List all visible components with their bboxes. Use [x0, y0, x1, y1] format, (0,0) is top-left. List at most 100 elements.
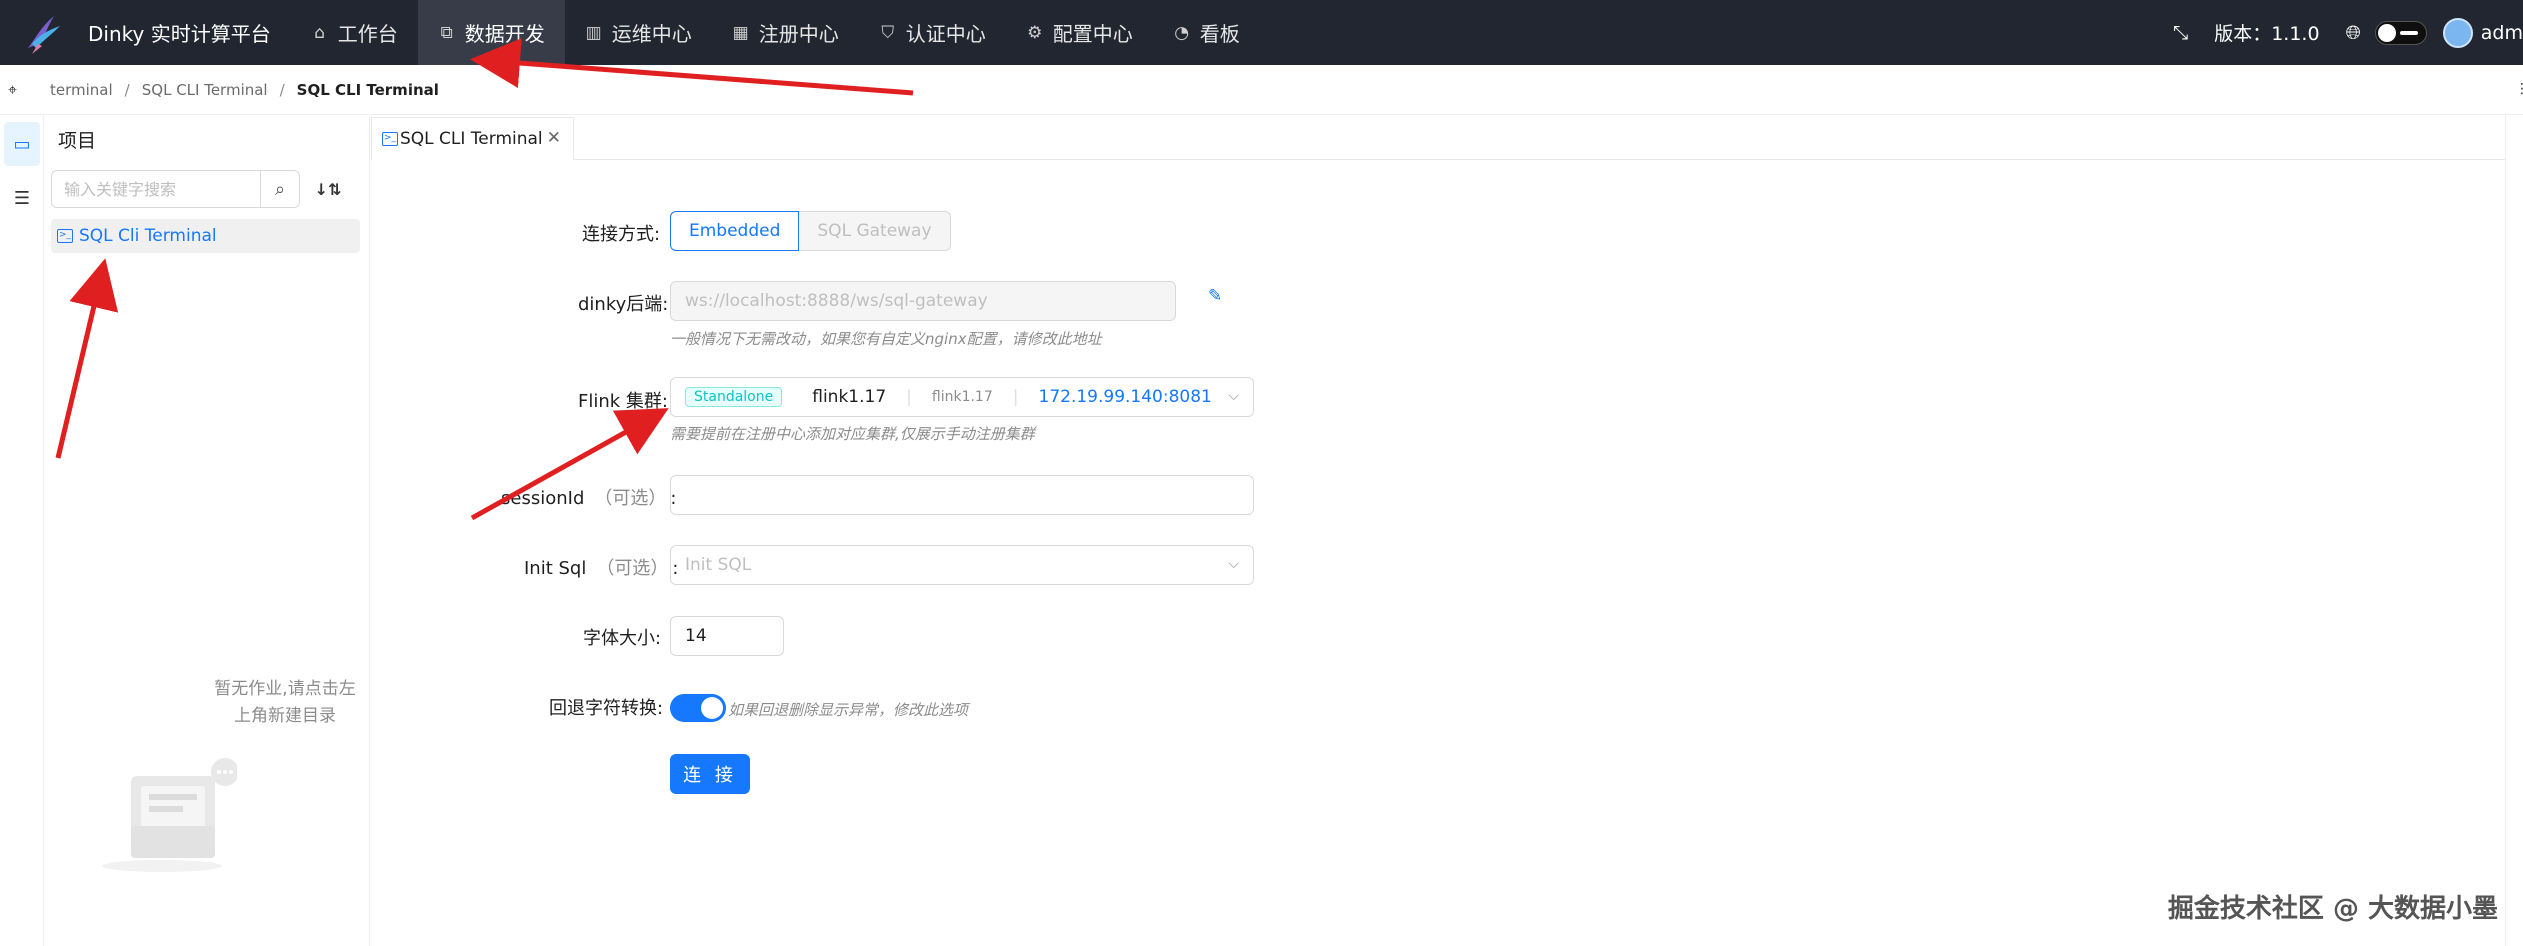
cluster-hint: 需要提前在注册中心添加对应集群,仅展示手动注册集群 [670, 425, 1035, 443]
backspace-label-text: 回退字符转换 [549, 698, 657, 719]
nav-label: 注册中心 [758, 22, 839, 46]
sort-icon: ↓⇅ [314, 179, 342, 199]
fontsize-label-text: 字体大小 [583, 628, 655, 649]
nav-label: 工作台 [337, 22, 398, 46]
nav-registry[interactable]: ▦ 注册中心 [712, 0, 859, 65]
initsql-label-text: Init Sql [524, 558, 587, 579]
nav-label: 认证中心 [905, 22, 986, 46]
search-icon: ⌕ [274, 178, 286, 200]
backend-label-text: dinky后端 [578, 294, 663, 315]
breadcrumb-separator: / [279, 80, 285, 99]
breadcrumb-item[interactable]: terminal [50, 81, 113, 99]
optional-mark: （可选） [594, 488, 667, 509]
left-icon-rail: ▭ ☰ [0, 116, 44, 946]
empty-text-line: 上角新建目录 [234, 706, 336, 726]
tab-bar: >_ SQL CLI Terminal ✕ [371, 116, 2505, 160]
chevron-down-icon: ⌵ [1228, 388, 1239, 404]
catalog-icon[interactable]: ☰ [4, 176, 40, 220]
fontsize-label: 字体大小: [583, 628, 662, 649]
breadcrumb-current: SQL CLI Terminal [296, 80, 439, 99]
user-name[interactable]: adm [2481, 22, 2523, 44]
right-side-panel [2505, 116, 2523, 946]
backspace-label: 回退字符转换: [549, 698, 664, 719]
cluster-type-tag: Standalone [685, 387, 783, 407]
more-icon[interactable]: ⋮ [2515, 81, 2523, 97]
cluster-label: Flink 集群: [578, 391, 668, 412]
avatar[interactable] [2442, 17, 2473, 48]
search-button[interactable]: ⌕ [260, 170, 300, 208]
connect-button[interactable]: 连 接 [670, 754, 750, 794]
backspace-toggle[interactable] [670, 694, 726, 722]
nav-devops[interactable]: ▥ 运维中心 [565, 0, 712, 65]
close-icon[interactable]: ✕ [547, 128, 561, 148]
nav-auth[interactable]: ⛉ 认证中心 [859, 0, 1006, 65]
chevron-down-icon: ⌵ [1228, 556, 1239, 572]
cluster-label-text: Flink 集群 [578, 391, 662, 412]
empty-text-line: 暂无作业,请点击左 [214, 679, 356, 699]
terminal-icon: >_ [382, 132, 398, 146]
cluster-divider: | [906, 387, 912, 407]
search-input[interactable] [51, 170, 261, 208]
cluster-address: 172.19.99.140:8081 [1038, 387, 1212, 407]
nav-label: 数据开发 [464, 22, 545, 46]
nav-label: 看板 [1199, 22, 1240, 46]
nav-settings[interactable]: ⚙ 配置中心 [1006, 0, 1153, 65]
app-icon: ▦ [732, 22, 749, 43]
dashboard-icon: ▥ [585, 22, 602, 43]
dinky-logo[interactable] [18, 8, 68, 58]
theme-toggle[interactable] [2374, 20, 2427, 45]
gauge-icon: ◔ [1174, 22, 1190, 43]
tree-item-sql-cli-terminal[interactable]: >_ SQL Cli Terminal [51, 219, 360, 253]
main-content: >_ SQL CLI Terminal ✕ 连接方式: Embedded SQL… [371, 116, 2523, 946]
breadcrumb-separator: / [124, 80, 130, 99]
edit-icon[interactable]: ✎ [1208, 286, 1222, 306]
language-icon[interactable]: 🌐︎ [2346, 22, 2361, 44]
location-pin-icon: ⌖ [8, 79, 18, 99]
fullscreen-icon[interactable]: ⤡ [2173, 22, 2188, 44]
nav-data-development[interactable]: ⧉ 数据开发 [417, 0, 565, 65]
session-label: sessionId （可选）: [501, 488, 677, 509]
cluster-version: flink1.17 [931, 389, 993, 405]
init-sql-placeholder: Init SQL [685, 555, 752, 575]
initsql-label: Init Sql （可选）: [524, 558, 679, 579]
nav-board[interactable]: ◔ 看板 [1153, 0, 1260, 65]
init-sql-select[interactable]: Init SQL ⌵ [670, 545, 1254, 585]
mode-segmented-control: Embedded SQL Gateway [670, 211, 951, 251]
top-header: Dinky 实时计算平台 ⌂ 工作台 ⧉ 数据开发 ▥ 运维中心 ▦ 注册中心 … [0, 0, 2523, 65]
mode-label-text: 连接方式 [582, 224, 654, 245]
breadcrumb-item[interactable]: SQL CLI Terminal [142, 81, 268, 99]
mode-sql-gateway-button[interactable]: SQL Gateway [799, 211, 951, 251]
empty-illustration [87, 636, 239, 876]
optional-mark: （可选） [596, 558, 669, 579]
cluster-name: flink1.17 [812, 387, 887, 407]
tab-sql-cli-terminal[interactable]: >_ SQL CLI Terminal ✕ [371, 117, 574, 160]
tree-item-label: SQL Cli Terminal [79, 226, 217, 246]
cluster-select[interactable]: Standalone flink1.17 | flink1.17 | 172.1… [670, 377, 1254, 417]
project-icon[interactable]: ▭ [4, 122, 40, 166]
font-size-input[interactable]: 14 [670, 616, 784, 656]
header-right: ⤡ 版本：1.1.0 🌐︎ adm [2173, 0, 2523, 65]
cluster-divider: | [1012, 387, 1019, 407]
session-label-text: sessionId [501, 488, 585, 509]
nav-label: 运维中心 [611, 22, 692, 46]
app-title: Dinky 实时计算平台 [88, 22, 271, 46]
home-icon: ⌂ [314, 22, 326, 43]
breadcrumb: ⌖ terminal / SQL CLI Terminal / SQL CLI … [0, 65, 2523, 115]
sort-button[interactable]: ↓⇅ [314, 176, 342, 202]
backend-hint: 一般情况下无需改动，如果您有自定义nginx配置，请修改此地址 [670, 330, 1102, 348]
gear-icon: ⚙ [1027, 22, 1043, 43]
session-id-input[interactable] [670, 475, 1254, 515]
project-panel: 项目 ⌕ ↓⇅ >_ SQL Cli Terminal 暂无作业,请点击左 上角… [45, 116, 370, 946]
nav-label: 配置中心 [1052, 22, 1133, 46]
empty-state-text: 暂无作业,请点击左 上角新建目录 [205, 676, 365, 730]
code-icon: ⧉ [440, 22, 453, 43]
terminal-icon: >_ [57, 229, 73, 243]
mode-label: 连接方式: [582, 224, 661, 245]
backspace-hint: 如果回退删除显示异常，修改此选项 [728, 701, 969, 719]
tab-label: SQL CLI Terminal [400, 129, 543, 149]
shield-icon: ⛉ [881, 22, 895, 43]
watermark: 掘金技术社区 @ 大数据小墨 [2167, 894, 2498, 924]
backend-url-input: ws://localhost:8888/ws/sql-gateway [670, 281, 1176, 321]
nav-workbench[interactable]: ⌂ 工作台 [291, 0, 418, 65]
mode-embedded-button[interactable]: Embedded [670, 211, 800, 251]
